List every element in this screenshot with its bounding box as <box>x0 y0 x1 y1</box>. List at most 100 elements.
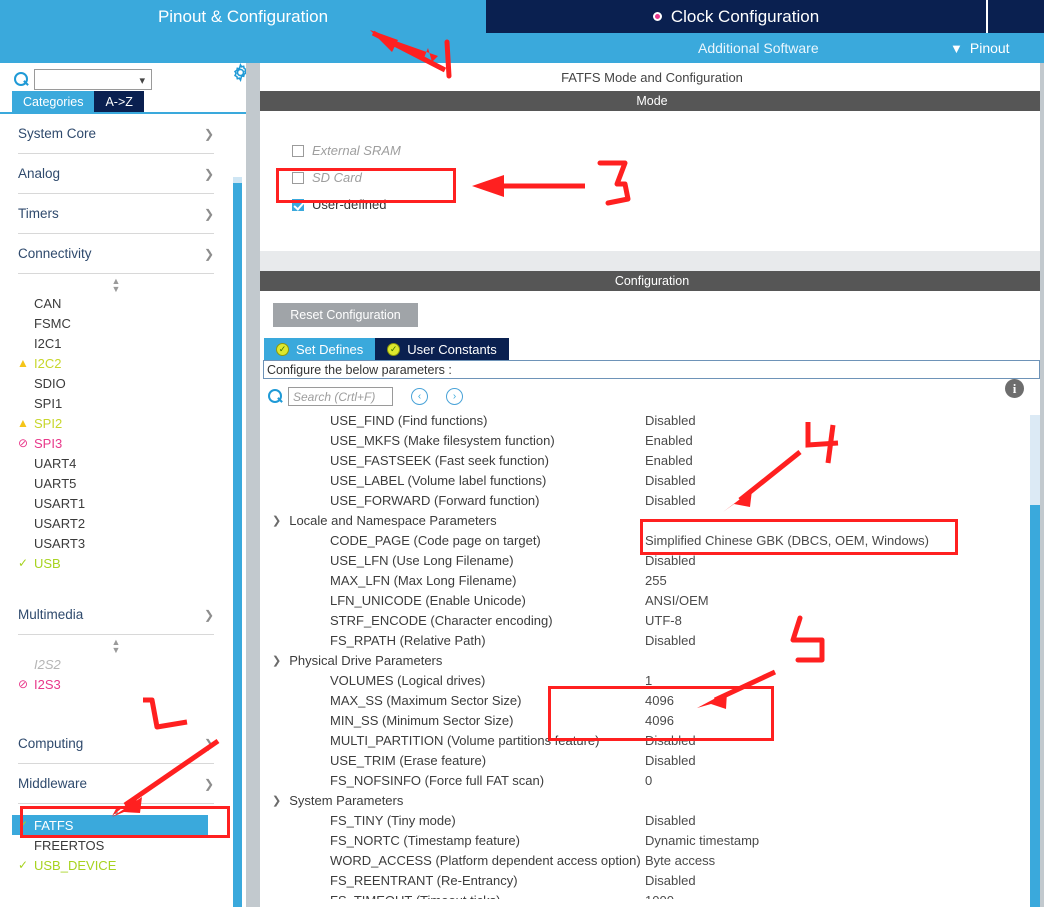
tab-set-defines[interactable]: ✓ Set Defines <box>264 338 376 360</box>
parameter-value[interactable]: 0 <box>645 773 652 788</box>
parameter-row-use-forward[interactable]: USE_FORWARD (Forward function) Disabled <box>260 490 1044 510</box>
sidebar-group-timers[interactable]: Timers ❯ <box>18 194 214 234</box>
parameter-row-max-lfn[interactable]: MAX_LFN (Max Long Filename) 255 <box>260 570 1044 590</box>
parameter-value[interactable]: Dynamic timestamp <box>645 833 759 848</box>
parameter-row-use-fastseek[interactable]: USE_FASTSEEK (Fast seek function) Enabled <box>260 450 1044 470</box>
check-icon: ✓ <box>17 858 29 872</box>
sidebar-group-timers-label: Timers <box>18 206 59 221</box>
parameter-row-fs-tiny[interactable]: FS_TINY (Tiny mode) Disabled <box>260 810 1044 830</box>
sidebar-item-i2s2[interactable]: I2S2 <box>0 654 232 674</box>
sidebar-item-i2s3[interactable]: ⊘ I2S3 <box>0 674 232 694</box>
sidebar-item-i2c1[interactable]: I2C1 <box>0 333 232 353</box>
parameter-value[interactable]: Disabled <box>645 413 696 428</box>
parameter-name: FS_NORTC (Timestamp feature) <box>330 832 520 848</box>
parameter-row-use-label[interactable]: USE_LABEL (Volume label functions) Disabl… <box>260 470 1044 490</box>
parameter-value[interactable]: Disabled <box>645 753 696 768</box>
parameter-value[interactable]: Disabled <box>645 633 696 648</box>
list-item-label: UART4 <box>34 455 77 471</box>
sidebar-item-spi1[interactable]: SPI1 <box>0 393 232 413</box>
multimedia-scroll-spinner[interactable]: ▲ ▼ <box>0 635 232 655</box>
sidebar-group-connectivity[interactable]: Connectivity ❯ <box>18 234 214 274</box>
additional-software-button[interactable]: Additional Software <box>698 33 819 63</box>
checkbox-external-sram[interactable] <box>292 144 304 157</box>
sidebar-search-row: ▾ <box>14 69 152 90</box>
connectivity-scroll-spinner[interactable]: ▲ ▼ <box>0 274 232 294</box>
sidebar-item-uart4[interactable]: UART4 <box>0 453 232 473</box>
tab-pinout-configuration[interactable]: Pinout & Configuration <box>0 0 486 33</box>
sidebar-item-freertos[interactable]: FREERTOS <box>0 835 232 855</box>
sidebar-item-i2c2[interactable]: ▲ I2C2 <box>0 353 232 373</box>
parameter-row-strf-encode[interactable]: STRF_ENCODE (Character encoding) UTF-8 <box>260 610 1044 630</box>
search-next-button[interactable]: › <box>446 388 463 405</box>
parameter-scrollbar-thumb[interactable] <box>1030 505 1040 907</box>
panel-title-label: FATFS Mode and Configuration <box>561 69 743 85</box>
parameter-value[interactable]: Enabled <box>645 453 693 468</box>
parameter-value[interactable]: Disabled <box>645 873 696 888</box>
parameter-list: USE_FIND (Find functions) Disabled USE_MKF… <box>260 410 1044 900</box>
configuration-section-header-label: Configuration <box>614 274 690 288</box>
parameter-row-fs-rpath[interactable]: FS_RPATH (Relative Path) Disabled <box>260 630 1044 650</box>
parameter-section-physical[interactable]: ❯ Physical Drive Parameters <box>260 650 1044 670</box>
list-item-label: FSMC <box>34 315 71 331</box>
parameter-section-system[interactable]: ❯ System Parameters <box>260 790 1044 810</box>
parameter-row-use-mkfs[interactable]: USE_MKFS (Make filesystem function) Enabl… <box>260 430 1044 450</box>
tab-user-constants[interactable]: ✓ User Constants <box>375 338 509 360</box>
parameter-row-fs-nortc[interactable]: FS_NORTC (Timestamp feature) Dynamic time… <box>260 830 1044 850</box>
sidebar-item-spi3[interactable]: ⊘ SPI3 <box>0 433 232 453</box>
mode-option-external-sram-label: External SRAM <box>312 143 401 158</box>
parameter-row-use-trim[interactable]: USE_TRIM (Erase feature) Disabled <box>260 750 1044 770</box>
parameter-row-lfn-unicode[interactable]: LFN_UNICODE (Enable Unicode) ANSI/OEM <box>260 590 1044 610</box>
parameter-value[interactable]: UTF-8 <box>645 613 682 628</box>
sidebar-search-input[interactable]: ▾ <box>34 69 152 90</box>
sidebar-item-can[interactable]: CAN <box>0 293 232 313</box>
parameter-row-fs-timeout[interactable]: FS_TIMEOUT (Timeout ticks)1000 <box>260 890 1044 900</box>
forbidden-icon: ⊘ <box>17 436 29 450</box>
mode-option-external-sram[interactable]: External SRAM <box>292 143 401 158</box>
sidebar-scrollbar-thumb[interactable] <box>233 183 242 907</box>
parameter-row-use-find[interactable]: USE_FIND (Find functions) Disabled <box>260 410 1044 430</box>
sidebar-item-usb[interactable]: ✓ USB <box>0 553 232 573</box>
sidebar-group-system-core[interactable]: System Core ❯ <box>18 114 214 154</box>
parameter-value[interactable]: Disabled <box>645 473 696 488</box>
sidebar-item-sdio[interactable]: SDIO <box>0 373 232 393</box>
parameter-row-fs-nofsinfo[interactable]: FS_NOFSINFO (Force full FAT scan) 0 <box>260 770 1044 790</box>
sidebar-tab-categories[interactable]: Categories <box>12 91 95 112</box>
list-item-label: USART2 <box>34 515 86 531</box>
parameter-value[interactable]: 255 <box>645 573 667 588</box>
sidebar-group-multimedia[interactable]: Multimedia ❯ <box>18 595 214 635</box>
sidebar-group-computing[interactable]: Computing ❯ <box>18 724 214 764</box>
parameter-value[interactable]: Disabled <box>645 493 696 508</box>
parameter-value[interactable]: Byte access <box>645 853 715 868</box>
sidebar-item-usart2[interactable]: USART2 <box>0 513 232 533</box>
sidebar-group-analog[interactable]: Analog ❯ <box>18 154 214 194</box>
configuration-instruction: Configure the below parameters : <box>263 360 1040 379</box>
parameter-search-input[interactable]: Search (Crtl+F) <box>288 387 393 406</box>
sidebar-item-usb-device[interactable]: ✓ USB_DEVICE <box>0 855 232 875</box>
parameter-value[interactable]: Enabled <box>645 433 693 448</box>
parameter-row-word-access[interactable]: WORD_ACCESS (Platform dependent access o… <box>260 850 1044 870</box>
reset-configuration-button[interactable]: Reset Configuration <box>273 303 418 327</box>
search-prev-button[interactable]: ‹ <box>411 388 428 405</box>
sidebar-item-usart1[interactable]: USART1 <box>0 493 232 513</box>
parameter-value[interactable]: 1000 <box>645 893 674 900</box>
panel-splitter[interactable] <box>246 63 260 907</box>
parameter-name: FS_TINY (Tiny mode) <box>330 812 456 828</box>
parameter-row-fs-reentrant[interactable]: FS_REENTRANT (Re-Entrancy) Disabled <box>260 870 1044 890</box>
list-item-label: I2S2 <box>34 656 61 672</box>
parameter-value[interactable]: ANSI/OEM <box>645 593 709 608</box>
parameter-value[interactable]: Disabled <box>645 813 696 828</box>
search-icon <box>14 72 29 87</box>
tab-clock-configuration[interactable]: Clock Configuration <box>486 0 986 33</box>
pinout-dropdown-button[interactable]: ▼ Pinout <box>950 33 1010 63</box>
sidebar-item-uart5[interactable]: UART5 <box>0 473 232 493</box>
info-icon[interactable]: i <box>1005 379 1024 398</box>
sidebar-tab-a-to-z[interactable]: A->Z <box>94 91 144 112</box>
sidebar-item-usart3[interactable]: USART3 <box>0 533 232 553</box>
search-icon <box>268 389 283 404</box>
sidebar-item-fsmc[interactable]: FSMC <box>0 313 232 333</box>
sidebar-group-middleware[interactable]: Middleware ❯ <box>18 764 214 804</box>
sidebar-item-spi2[interactable]: ▲ SPI2 <box>0 413 232 433</box>
sidebar-group-connectivity-label: Connectivity <box>18 246 92 261</box>
tab-user-constants-label: User Constants <box>407 341 497 357</box>
tab-extra-slot[interactable] <box>986 0 1044 33</box>
